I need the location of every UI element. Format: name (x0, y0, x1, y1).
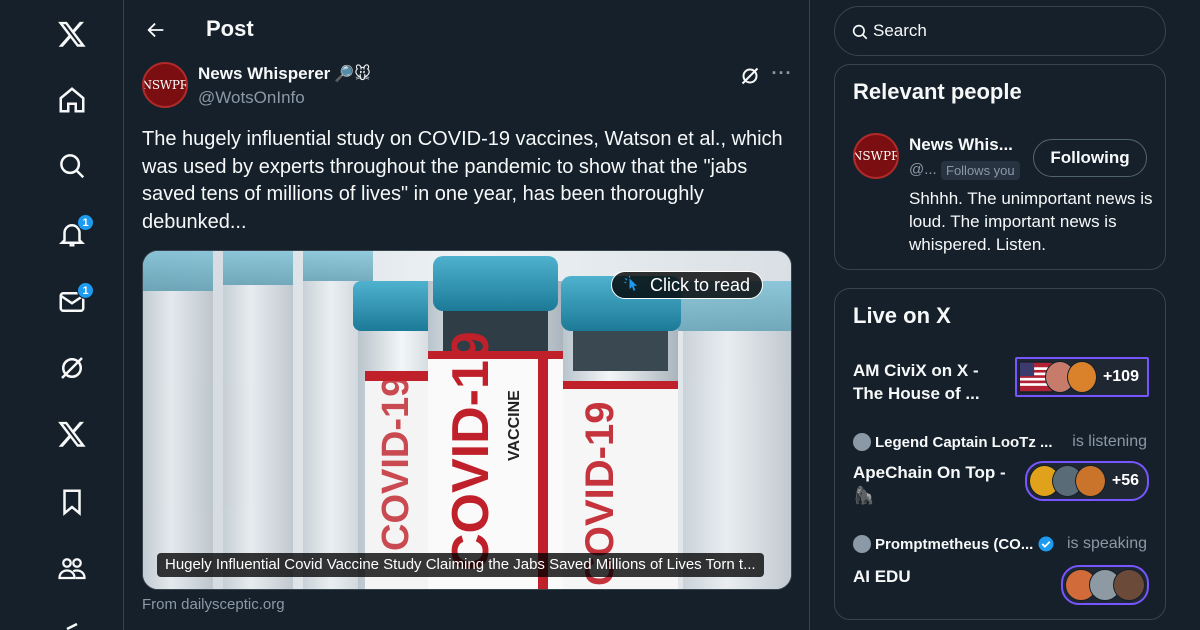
author-handle[interactable]: @WotsOnInfo (198, 88, 305, 108)
post-column: Post NSWPR News Whisperer 🔎🐭 @WotsOnInfo … (124, 0, 810, 630)
live-on-x-title: Live on X (853, 303, 951, 328)
space-host-name: Promptmetheus (CO... (875, 535, 1034, 553)
participant-avatar (1066, 361, 1097, 393)
back-arrow-icon[interactable] (138, 12, 174, 48)
relevant-person-bio: Shhhh. The unimportant news is loud. The… (909, 189, 1153, 254)
author-emoji: 🔎🐭 (334, 66, 371, 83)
svg-text:COVID-19: COVID-19 (442, 331, 500, 571)
author-avatar[interactable]: NSWPR (142, 62, 188, 108)
svg-text:COVID-19: COVID-19 (375, 376, 417, 551)
host-avatar-icon (853, 535, 871, 553)
following-button[interactable]: Following (1033, 139, 1147, 177)
space-status: is speaking (1066, 535, 1147, 552)
search-input[interactable] (873, 19, 1153, 43)
relevant-person-handle[interactable]: @... (909, 161, 937, 178)
notifications-icon[interactable]: 1 (50, 212, 94, 256)
pointer-click-icon (624, 275, 637, 291)
space-participants[interactable]: +56 (1025, 461, 1149, 501)
author-name[interactable]: News Whisperer 🔎🐭 (198, 64, 371, 84)
page-title: Post (206, 16, 254, 41)
card-source[interactable]: From dailysceptic.org (142, 596, 285, 613)
space-participants[interactable]: +109 (1015, 357, 1149, 397)
space-title[interactable]: AI EDU (853, 565, 1013, 588)
bookmarks-icon[interactable] (50, 480, 94, 524)
search-icon[interactable] (50, 144, 94, 188)
space-status: is listening (1072, 433, 1147, 450)
relevant-person-avatar[interactable]: NSWPR (853, 133, 899, 179)
grok-explain-icon[interactable] (738, 64, 762, 88)
participant-count: +56 (1111, 472, 1139, 489)
search-icon (852, 24, 868, 40)
link-card[interactable]: COVID-19 COVID-19 VACCINE COVID-19 Click… (142, 250, 792, 590)
follows-you-badge: Follows you (941, 161, 1020, 180)
participant-avatar (1113, 569, 1145, 601)
click-to-read-label: Click to read (650, 274, 751, 295)
post-header: Post (124, 0, 810, 60)
card-caption: Hugely Influential Covid Vaccine Study C… (157, 553, 764, 577)
more-nav-icon[interactable] (50, 612, 94, 630)
host-avatar-icon (853, 433, 871, 451)
messages-icon[interactable]: 1 (50, 280, 94, 324)
participant-avatar (1074, 465, 1106, 497)
notifications-badge: 1 (77, 214, 94, 231)
relevant-people-title: Relevant people (853, 79, 1022, 104)
search-box[interactable] (834, 6, 1166, 56)
vaccine-vials-image: COVID-19 COVID-19 VACCINE COVID-19 (143, 251, 791, 589)
click-to-read-button[interactable]: Click to read (611, 271, 764, 299)
space-host[interactable]: Legend Captain LooTz ... (853, 433, 1053, 451)
left-navigation: 1 1 (0, 0, 124, 630)
live-on-x-panel: Live on X AM CiviX on X - The House of .… (834, 288, 1166, 620)
space-host[interactable]: Promptmetheus (CO... (853, 535, 1055, 553)
space-title[interactable]: AM CiviX on X - The House of ... (853, 359, 1003, 405)
space-participants[interactable] (1061, 565, 1149, 605)
premium-x-icon[interactable] (50, 412, 94, 456)
more-options-icon[interactable]: ··· (770, 64, 794, 86)
relevant-person-name[interactable]: News Whis... (909, 135, 1019, 155)
messages-badge: 1 (77, 282, 94, 299)
verified-badge-icon (1038, 536, 1054, 552)
grok-icon[interactable] (50, 346, 94, 390)
participant-count: +109 (1102, 368, 1139, 385)
relevant-people-panel: Relevant people NSWPR News Whis... @... … (834, 64, 1166, 270)
author-name-text: News Whisperer (198, 64, 331, 83)
communities-icon[interactable] (50, 546, 94, 590)
space-host-name: Legend Captain LooTz ... (875, 433, 1053, 451)
svg-text:VACCINE: VACCINE (506, 390, 523, 461)
post-text: The hugely influential study on COVID-19… (142, 128, 783, 233)
home-icon[interactable] (50, 78, 94, 122)
space-title[interactable]: ApeChain On Top - 🦍 (853, 461, 1013, 507)
x-logo-icon[interactable] (50, 12, 94, 56)
